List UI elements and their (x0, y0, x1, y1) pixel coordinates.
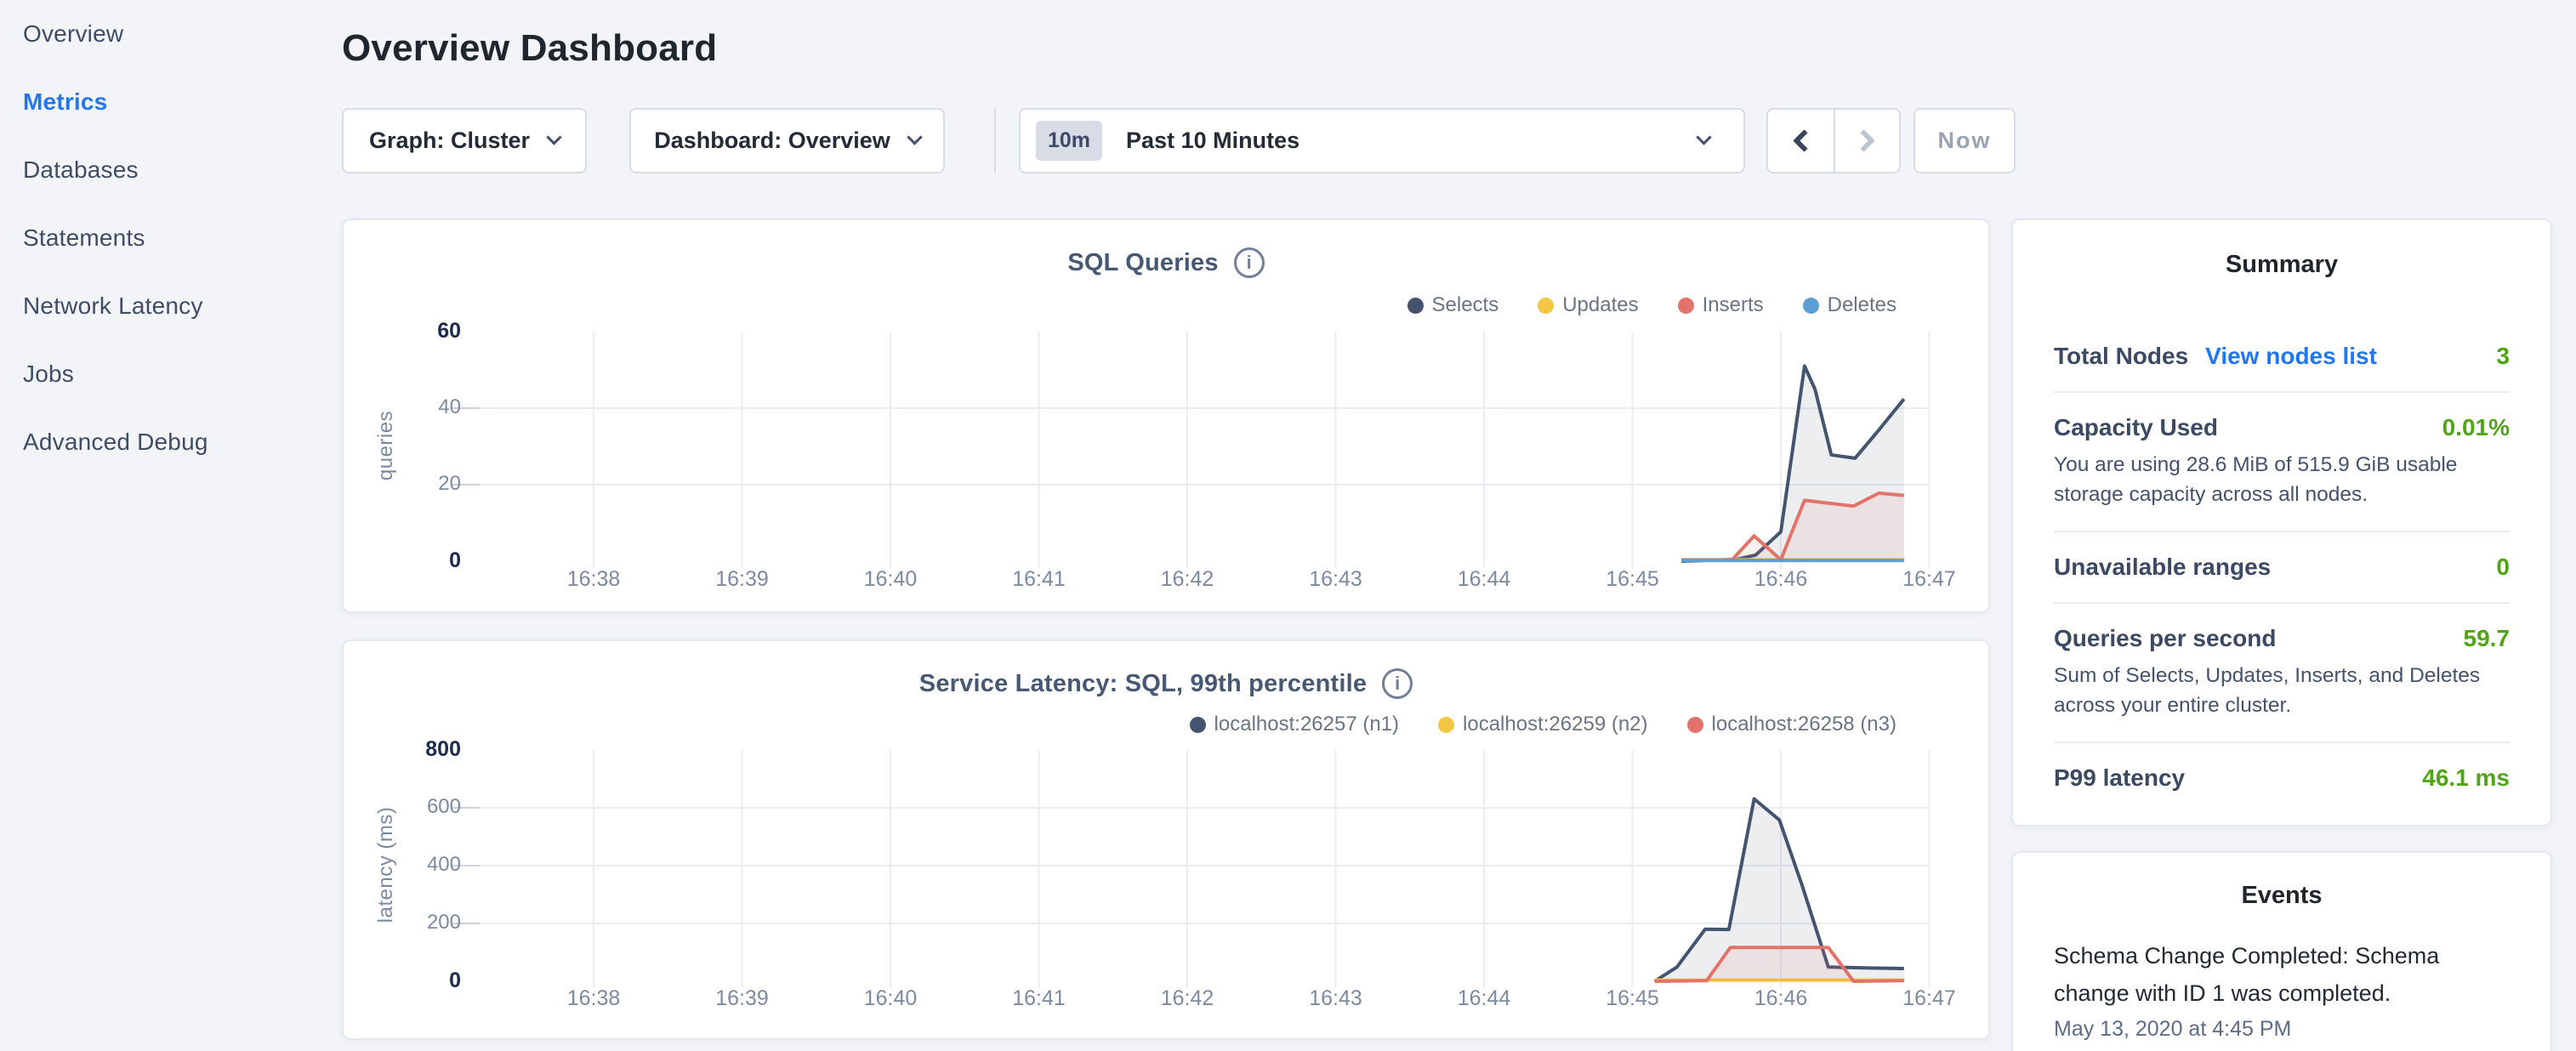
x-axis-tick-label: 16:45 (1573, 567, 1692, 592)
service-latency-chart-card: Service Latency: SQL, 99th percentile i … (342, 639, 1990, 1040)
x-axis-tick-label: 16:41 (980, 567, 1099, 592)
summary-row-queries-per-second: Queries per second 59.7 Sum of Selects, … (2054, 602, 2510, 741)
x-axis-tick-label: 16:47 (1870, 986, 1989, 1011)
x-axis-tick-label: 16:47 (1870, 567, 1989, 592)
chevron-down-icon (907, 129, 922, 145)
summary-row-label: Capacity Used (2054, 414, 2218, 441)
event-text: Schema Change Completed: Schema change w… (2054, 937, 2510, 1012)
event-timestamp: May 13, 2020 at 4:45 PM (2054, 1017, 2510, 1042)
time-window-label: Past 10 Minutes (1126, 128, 1299, 154)
x-axis-tick-label: 16:38 (534, 986, 653, 1011)
events-title: Events (2054, 882, 2510, 910)
summary-row-value: 3 (2496, 343, 2510, 370)
time-nav-group (1766, 108, 1901, 173)
y-axis-title: queries (374, 335, 398, 556)
x-axis-tick-label: 16:40 (831, 567, 950, 592)
graph-dropdown-label: Graph: Cluster (369, 128, 530, 154)
x-axis-tick-label: 16:39 (683, 567, 802, 592)
summary-row-value: 0.01% (2442, 414, 2510, 441)
dashboard-dropdown-label: Dashboard: Overview (654, 128, 890, 154)
summary-row-capacity-used: Capacity Used 0.01% You are using 28.6 M… (2054, 391, 2510, 531)
chevron-down-icon (1696, 129, 1711, 145)
summary-row-label: Total Nodes (2054, 343, 2188, 370)
x-axis-tick-label: 16:44 (1424, 567, 1544, 592)
dashboard-dropdown[interactable]: Dashboard: Overview (629, 108, 945, 173)
summary-panel: Summary Total Nodes View nodes list 3 Ca… (2011, 219, 2552, 827)
x-axis-tick-label: 16:41 (980, 986, 1099, 1011)
sidebar-item-databases[interactable]: Databases (23, 136, 321, 204)
summary-row-p99-latency: P99 latency 46.1 ms (2054, 741, 2510, 813)
sidebar-item-overview[interactable]: Overview (23, 0, 321, 68)
summary-row-unavailable-ranges: Unavailable ranges 0 (2054, 531, 2510, 602)
summary-row-value: 46.1 ms (2422, 764, 2510, 792)
sidebar: Overview Metrics Databases Statements Ne… (23, 0, 321, 476)
summary-row-total-nodes: Total Nodes View nodes list 3 (2054, 321, 2510, 391)
events-panel: Events Schema Change Completed: Schema c… (2011, 851, 2552, 1051)
summary-row-value: 59.7 (2464, 625, 2511, 652)
x-axis-tick-label: 16:43 (1277, 567, 1396, 592)
summary-row-description: Sum of Selects, Updates, Inserts, and De… (2054, 661, 2510, 720)
y-axis-title: latency (ms) (374, 754, 398, 975)
summary-row-label: Unavailable ranges (2054, 554, 2271, 581)
summary-row-label: Queries per second (2054, 625, 2276, 652)
chevron-left-icon (1793, 129, 1816, 152)
x-axis-tick-label: 16:38 (534, 567, 653, 592)
x-axis-tick-label: 16:44 (1424, 986, 1544, 1011)
chevron-down-icon (546, 129, 561, 145)
x-axis-tick-label: 16:45 (1573, 986, 1692, 1011)
now-button[interactable]: Now (1914, 108, 2016, 173)
x-axis-tick-label: 16:39 (683, 986, 802, 1011)
time-window-dropdown[interactable]: 10m Past 10 Minutes (1019, 108, 1745, 173)
x-axis-tick-label: 16:40 (831, 986, 950, 1011)
x-axis-tick-label: 16:42 (1128, 986, 1247, 1011)
toolbar-divider (994, 108, 996, 173)
summary-row-value: 0 (2496, 554, 2510, 581)
chevron-right-icon (1852, 129, 1875, 152)
sidebar-item-statements[interactable]: Statements (23, 204, 321, 272)
chart-plot (344, 641, 1992, 1042)
summary-title: Summary (2054, 251, 2510, 279)
x-axis-tick-label: 16:42 (1128, 567, 1247, 592)
x-axis-tick-label: 16:43 (1277, 986, 1396, 1011)
graph-dropdown[interactable]: Graph: Cluster (342, 108, 587, 173)
sidebar-item-jobs[interactable]: Jobs (23, 340, 321, 408)
next-time-button[interactable] (1834, 110, 1899, 172)
sql-queries-chart-card: SQL Queries i SelectsUpdatesInsertsDelet… (342, 219, 1990, 613)
time-window-badge: 10m (1036, 121, 1102, 161)
x-axis-tick-label: 16:46 (1721, 986, 1840, 1011)
sidebar-item-network-latency[interactable]: Network Latency (23, 272, 321, 340)
page-title: Overview Dashboard (342, 27, 717, 70)
prev-time-button[interactable] (1768, 110, 1834, 172)
sidebar-item-advanced-debug[interactable]: Advanced Debug (23, 408, 321, 476)
chart-plot (344, 220, 1992, 615)
x-axis-tick-label: 16:46 (1721, 567, 1840, 592)
sidebar-item-metrics[interactable]: Metrics (23, 68, 321, 136)
view-nodes-link[interactable]: View nodes list (2205, 343, 2377, 370)
summary-row-label: P99 latency (2054, 764, 2185, 792)
summary-row-description: You are using 28.6 MiB of 515.9 GiB usab… (2054, 450, 2510, 509)
event-item[interactable]: Schema Change Completed: Schema change w… (2054, 937, 2510, 1042)
